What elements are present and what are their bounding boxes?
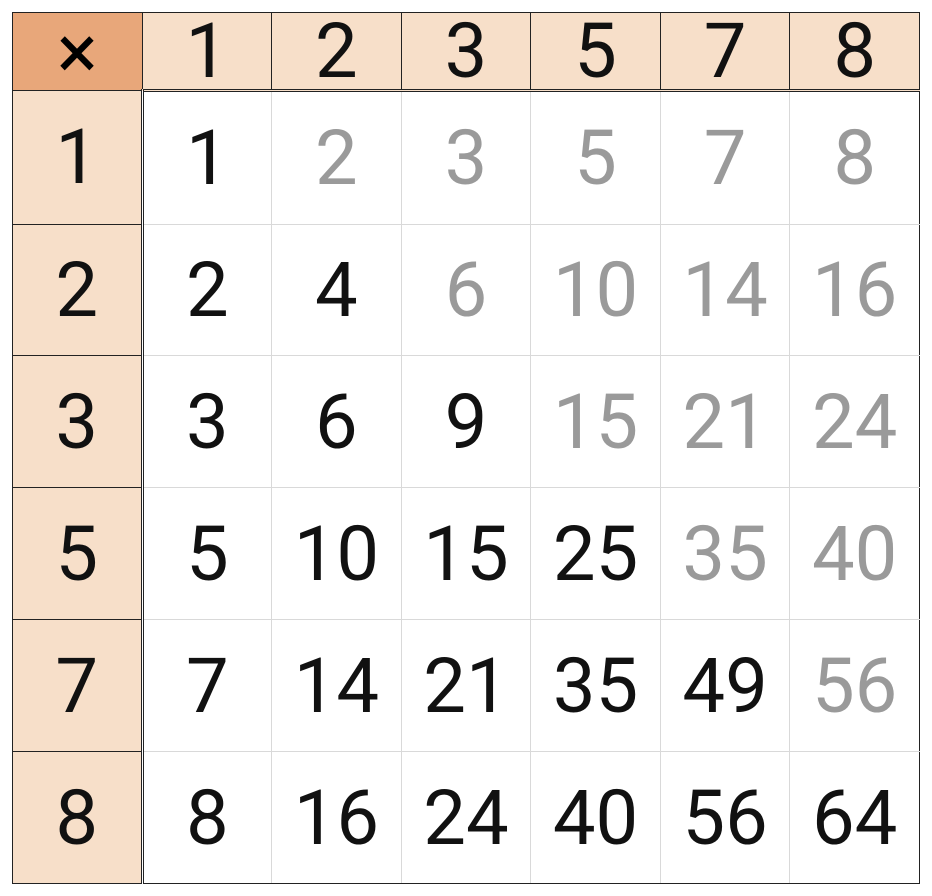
multiplication-table: × 1 2 3 5 7 8 11235782246101416336915212… — [12, 12, 920, 884]
data-cell: 14 — [660, 224, 790, 356]
data-cell: 24 — [401, 752, 531, 884]
data-cell: 9 — [401, 356, 531, 488]
data-cell: 5 — [531, 91, 661, 225]
row-header: 5 — [13, 488, 143, 620]
col-header: 8 — [790, 13, 920, 91]
row-header: 1 — [13, 91, 143, 225]
data-cell: 7 — [142, 620, 272, 752]
table-row: 2246101416 — [13, 224, 920, 356]
table-row: 1123578 — [13, 91, 920, 225]
row-header: 3 — [13, 356, 143, 488]
data-cell: 40 — [790, 488, 920, 620]
row-header: 8 — [13, 752, 143, 884]
col-header: 2 — [272, 13, 402, 91]
data-cell: 14 — [272, 620, 402, 752]
data-cell: 16 — [790, 224, 920, 356]
data-cell: 5 — [142, 488, 272, 620]
col-header: 1 — [142, 13, 272, 91]
data-cell: 24 — [790, 356, 920, 488]
col-header: 7 — [660, 13, 790, 91]
data-cell: 2 — [272, 91, 402, 225]
data-cell: 6 — [272, 356, 402, 488]
data-cell: 15 — [401, 488, 531, 620]
data-cell: 56 — [660, 752, 790, 884]
data-cell: 25 — [531, 488, 661, 620]
data-cell: 3 — [142, 356, 272, 488]
data-cell: 2 — [142, 224, 272, 356]
col-header: 3 — [401, 13, 531, 91]
row-header: 7 — [13, 620, 143, 752]
data-cell: 10 — [531, 224, 661, 356]
data-cell: 6 — [401, 224, 531, 356]
data-cell: 64 — [790, 752, 920, 884]
data-cell: 49 — [660, 620, 790, 752]
data-cell: 15 — [531, 356, 661, 488]
table-row: 881624405664 — [13, 752, 920, 884]
data-cell: 7 — [660, 91, 790, 225]
data-cell: 16 — [272, 752, 402, 884]
data-cell: 4 — [272, 224, 402, 356]
data-cell: 56 — [790, 620, 920, 752]
data-cell: 35 — [660, 488, 790, 620]
data-cell: 21 — [401, 620, 531, 752]
table-row: 3369152124 — [13, 356, 920, 488]
table-row: 771421354956 — [13, 620, 920, 752]
data-cell: 40 — [531, 752, 661, 884]
table-row: 551015253540 — [13, 488, 920, 620]
data-cell: 8 — [790, 91, 920, 225]
data-cell: 21 — [660, 356, 790, 488]
table-corner: × — [13, 13, 143, 91]
data-cell: 3 — [401, 91, 531, 225]
col-header: 5 — [531, 13, 661, 91]
data-cell: 8 — [142, 752, 272, 884]
data-cell: 10 — [272, 488, 402, 620]
data-cell: 1 — [142, 91, 272, 225]
table-body: 1123578224610141633691521245510152535407… — [13, 91, 920, 884]
data-cell: 35 — [531, 620, 661, 752]
row-header: 2 — [13, 224, 143, 356]
